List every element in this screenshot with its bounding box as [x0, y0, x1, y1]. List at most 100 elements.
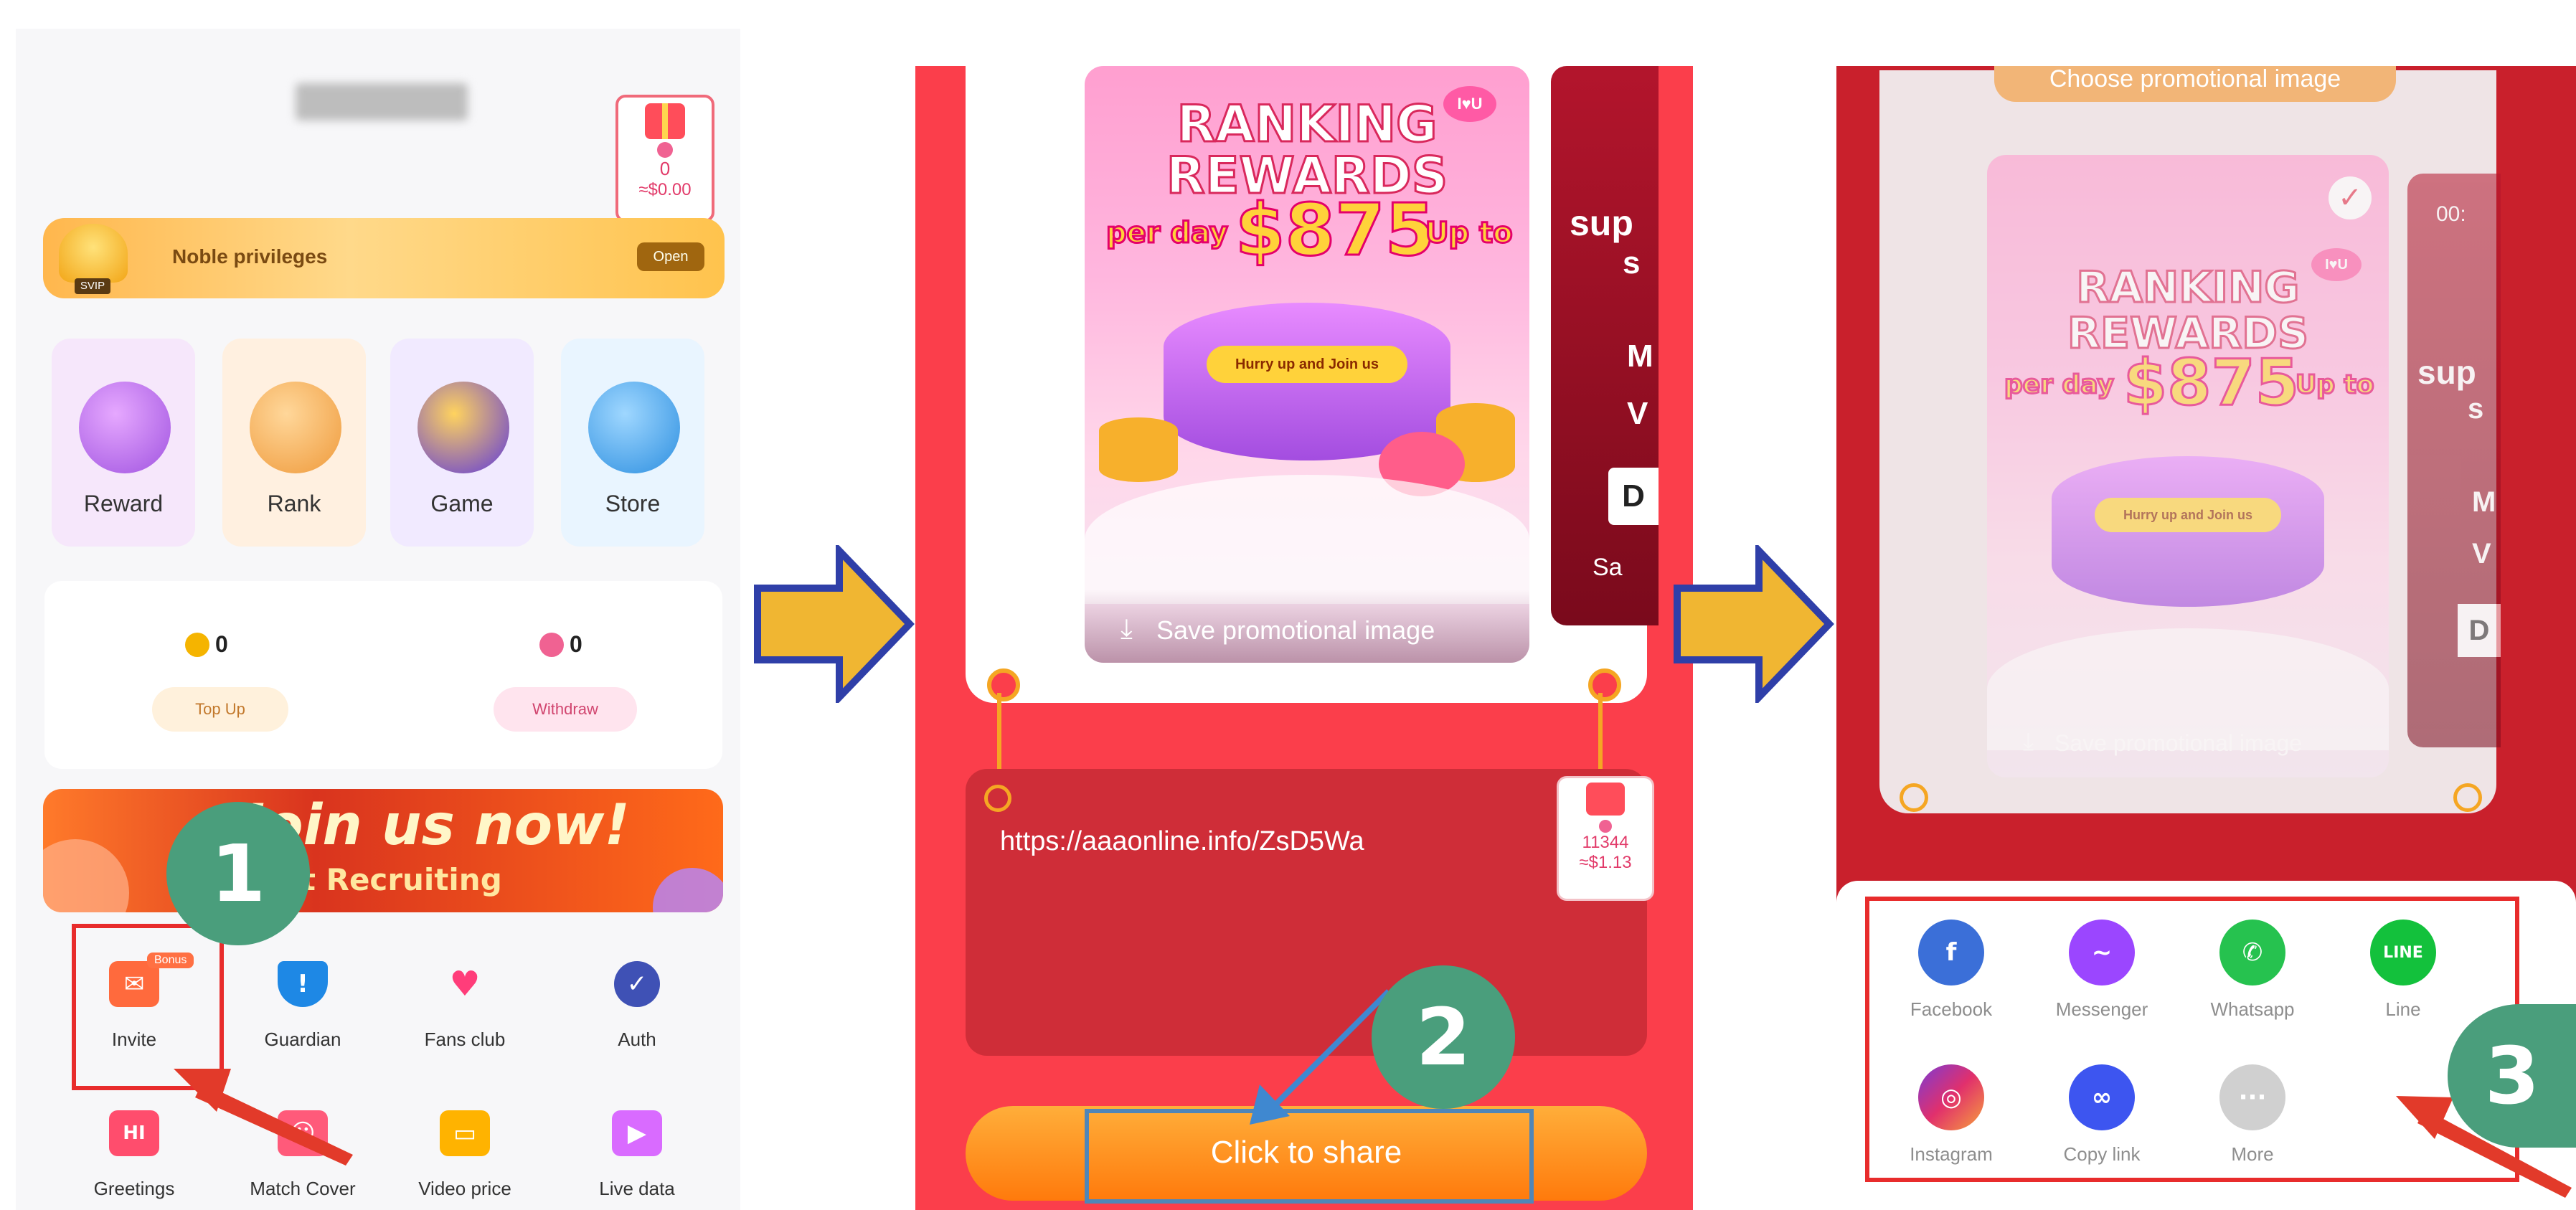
svip-badge: SVIP: [75, 278, 110, 294]
link-ring: [984, 785, 1011, 812]
tile-reward[interactable]: Reward: [52, 339, 195, 547]
hanger-right-line: [1598, 693, 1603, 779]
noble-open-button[interactable]: Open: [637, 242, 704, 271]
hurry-join-button[interactable]: Hurry up and Join us: [1207, 346, 1407, 383]
promo-up-to: Up to: [2294, 369, 2374, 401]
promo-card[interactable]: I♥U RANKING REWARDS per day $875 Up to H…: [1085, 66, 1529, 663]
verified-icon: ✓: [614, 961, 660, 1007]
invite-share-panel: I♥U RANKING REWARDS per day $875 Up to H…: [915, 66, 1693, 1210]
save-image-label: Save promotional image: [1156, 615, 1435, 645]
service-guardian[interactable]: ! Guardian: [231, 961, 374, 1051]
coin-icon: [185, 633, 209, 657]
download-icon: ⤓: [1120, 613, 1133, 644]
wallet-card: 0 Top Up 0 Withdraw: [44, 581, 722, 769]
flow-arrow-1: [754, 545, 915, 703]
service-fans-club-label: Fans club: [424, 1029, 506, 1050]
tile-store[interactable]: Store: [561, 339, 704, 547]
service-live-data[interactable]: ▶ Live data: [565, 1110, 709, 1200]
service-auth-label: Auth: [618, 1029, 656, 1050]
hurry-join-button[interactable]: Hurry up and Join us: [2095, 498, 2281, 532]
top-up-button[interactable]: Top Up: [152, 687, 288, 732]
selected-check-icon: ✓: [2329, 176, 2372, 219]
app-profile-panel: 0 ≈$0.00 SVIP Noble privileges Open Rewa…: [16, 29, 740, 1210]
hi-icon: HI: [109, 1110, 159, 1156]
flow-arrow-2: [1674, 545, 1834, 703]
side-text-3: M: [1627, 339, 1653, 374]
hanger-left: [1900, 783, 1928, 812]
invite-link-text[interactable]: https://aaaonline.info/ZsD5Wa: [1000, 826, 1364, 857]
side-promo-card[interactable]: sup s M V D Sa: [1551, 66, 1659, 625]
promo-per-day: per day: [1105, 216, 1230, 251]
share-instagram[interactable]: ◎ Instagram: [1887, 1064, 2016, 1166]
promo-amount: $875: [1234, 187, 1435, 273]
side-time: 00:: [2436, 202, 2466, 226]
side-text-1: sup: [2417, 354, 2476, 391]
tile-store-label: Store: [605, 491, 661, 516]
mini-amount: ≈$1.13: [1579, 853, 1632, 872]
share-whatsapp[interactable]: ✆ Whatsapp: [2188, 920, 2317, 1021]
tile-game[interactable]: Game: [390, 339, 534, 547]
service-auth[interactable]: ✓ Auth: [565, 961, 709, 1051]
recruiting-banner[interactable]: Join us now! nt Recruiting: [43, 789, 723, 912]
side-promo-card[interactable]: 00: sup s M V D: [2407, 174, 2501, 747]
diamond-icon: [1599, 820, 1612, 833]
diamond-value: 0: [570, 631, 582, 657]
share-whatsapp-label: Whatsapp: [2210, 998, 2295, 1020]
hanger-left: [987, 668, 1020, 701]
save-image-row[interactable]: ⤓ Save promotional image: [1085, 590, 1529, 663]
diamond-icon: [657, 142, 673, 158]
whatsapp-icon: ✆: [2219, 920, 2285, 986]
cloud-graphic: [1085, 475, 1529, 604]
hanger-left-line: [997, 693, 1001, 779]
withdraw-button[interactable]: Withdraw: [494, 687, 637, 732]
store-icon: [588, 382, 680, 473]
promo-amount: $875: [2123, 345, 2301, 421]
balance-amount: ≈$0.00: [638, 180, 692, 199]
share-facebook-label: Facebook: [1910, 998, 1993, 1020]
share-messenger[interactable]: ~ Messenger: [2037, 920, 2166, 1021]
wallet-icon: ▭: [440, 1110, 490, 1156]
promo-card-selected[interactable]: ✓ I♥U RANKING REWARDS per day $875 Up to…: [1987, 155, 2389, 777]
mini-balance-box[interactable]: 11344 ≈$1.13: [1557, 776, 1654, 901]
side-text-2: s: [2468, 393, 2484, 425]
promo-per-day: per day: [2004, 369, 2115, 401]
service-live-data-label: Live data: [599, 1178, 675, 1199]
download-icon: ⤓: [2023, 727, 2034, 756]
share-line[interactable]: LINE Line: [2339, 920, 2468, 1021]
tile-game-label: Game: [430, 491, 494, 516]
share-copy-link[interactable]: ∞ Copy link: [2037, 1064, 2166, 1166]
side-text-5: D: [2458, 604, 2501, 657]
side-text-1: sup: [1570, 203, 1633, 243]
promo-title-line1: RANKING: [2075, 262, 2301, 314]
balance-box[interactable]: 0 ≈$0.00: [615, 95, 714, 222]
service-video-price[interactable]: ▭ Video price: [393, 1110, 537, 1200]
more-icon: ···: [2219, 1064, 2285, 1130]
share-more-label: More: [2231, 1143, 2274, 1165]
game-icon: [417, 382, 509, 473]
side-text-4: V: [1627, 396, 1648, 431]
step-badge-2: 2: [1372, 965, 1515, 1109]
share-more[interactable]: ··· More: [2188, 1064, 2317, 1166]
service-fans-club[interactable]: ♥ Fans club: [393, 961, 537, 1051]
tile-reward-label: Reward: [83, 491, 164, 516]
coin-value: 0: [215, 631, 228, 657]
share-copy-link-label: Copy link: [2063, 1143, 2141, 1165]
messenger-icon: ~: [2069, 920, 2135, 986]
crown-icon: [59, 224, 128, 283]
hanger-right: [2453, 783, 2482, 812]
save-image-row[interactable]: ⤓ Save promotional image: [1987, 706, 2389, 777]
gift-icon: [645, 103, 685, 139]
balance-count: 0: [659, 158, 671, 179]
share-messenger-label: Messenger: [2055, 998, 2148, 1020]
share-facebook[interactable]: f Facebook: [1887, 920, 2016, 1021]
hearts-icon: ♥: [449, 964, 481, 1004]
side-save-label: Sa: [1593, 554, 1623, 581]
side-text-3: M: [2472, 486, 2496, 518]
tile-rank[interactable]: Rank: [222, 339, 366, 547]
tile-rank-label: Rank: [267, 491, 321, 516]
blurred-username: [296, 83, 468, 120]
save-image-label: Save promotional image: [2054, 730, 2303, 756]
service-greetings-label: Greetings: [93, 1178, 175, 1199]
line-icon: LINE: [2370, 920, 2436, 986]
noble-privileges-bar[interactable]: SVIP Noble privileges Open: [43, 218, 725, 298]
